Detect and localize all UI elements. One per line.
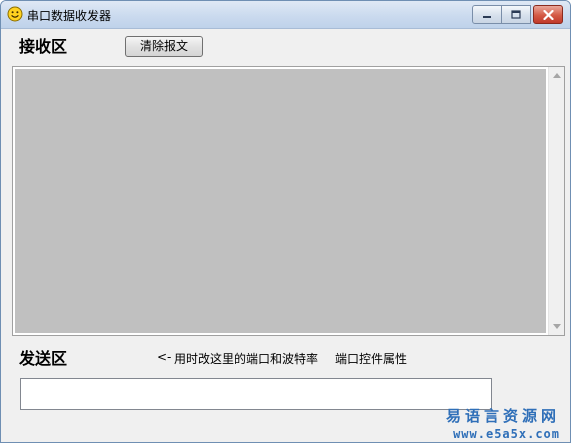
port-baud-hint: 用时改这里的端口和波特率	[174, 352, 319, 366]
receive-label: 接收区	[19, 37, 68, 56]
close-icon	[542, 9, 554, 20]
minimize-icon	[483, 15, 491, 18]
scroll-down-icon[interactable]	[553, 324, 561, 329]
send-label: 发送区	[19, 349, 68, 368]
clear-messages-button[interactable]: 清除报文	[125, 36, 203, 57]
send-input[interactable]	[20, 378, 492, 410]
receive-scrollbar[interactable]	[548, 67, 564, 335]
maximize-button[interactable]	[501, 5, 531, 24]
receive-textarea[interactable]	[12, 66, 565, 336]
receive-content[interactable]	[15, 69, 546, 333]
window-title: 串口数据收发器	[27, 9, 112, 23]
minimize-button[interactable]	[472, 5, 502, 24]
watermark: 易语言资源网 www.e5a5x.com	[446, 405, 560, 441]
title-bar[interactable]: 串口数据收发器	[1, 1, 570, 29]
hint-arrow: <-	[157, 350, 172, 364]
scroll-up-icon[interactable]	[553, 73, 561, 78]
watermark-url: www.e5a5x.com	[453, 427, 560, 441]
close-button[interactable]	[533, 5, 563, 24]
maximize-icon	[511, 10, 521, 19]
port-control-hint: 端口控件属性	[335, 352, 408, 366]
app-window: 串口数据收发器 接收区 清除报文 发送区 <- 用时改这里的端口和波特率 端口控…	[0, 0, 571, 443]
watermark-brand: 易语言资源网	[445, 407, 560, 425]
smiley-icon	[7, 6, 23, 22]
